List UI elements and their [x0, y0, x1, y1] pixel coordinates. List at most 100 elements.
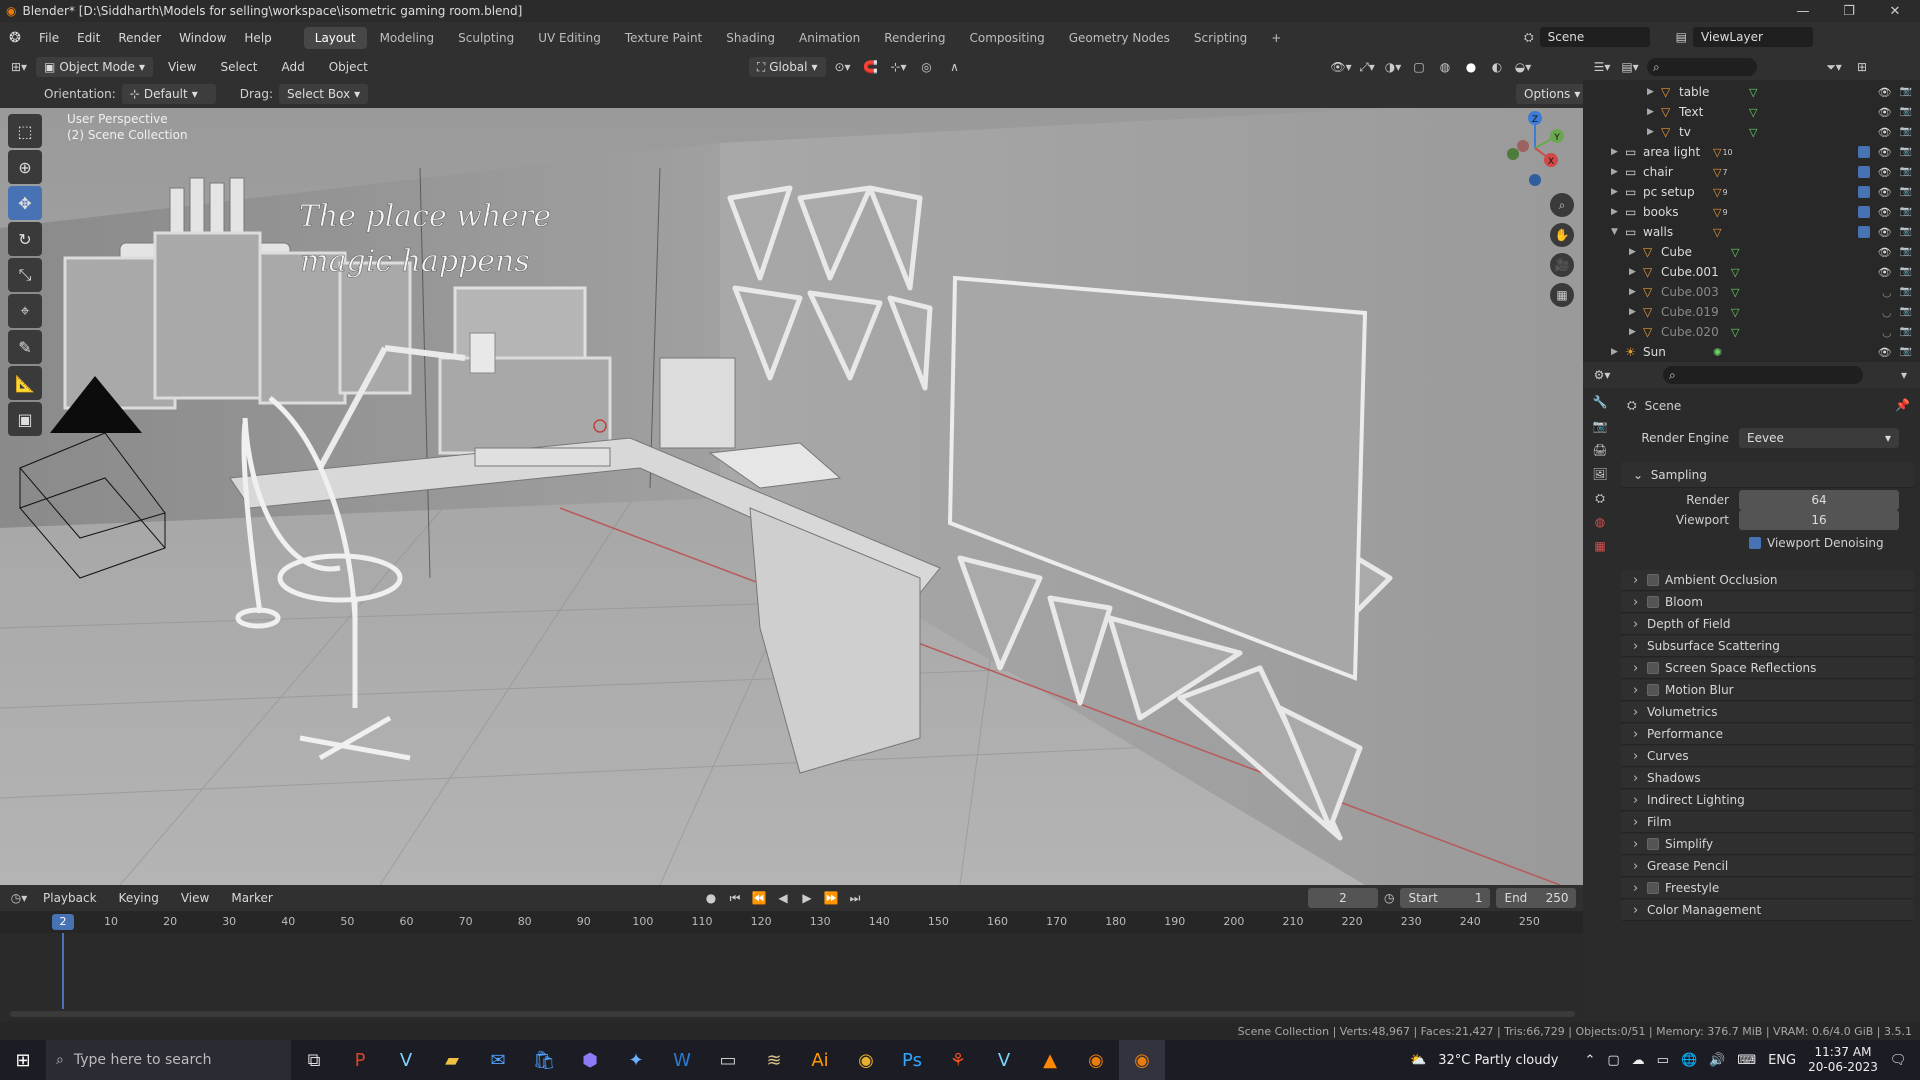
clock-icon[interactable]: ◷ [1384, 891, 1394, 905]
menu-render[interactable]: Render [109, 22, 170, 54]
expand-icon[interactable]: ▶ [1647, 127, 1661, 137]
render-camera-icon[interactable]: 📷 [1900, 246, 1912, 259]
tool-tab-icon[interactable]: 🔧 [1589, 392, 1611, 412]
tray-battery-icon[interactable]: ▭ [1657, 1053, 1669, 1068]
jump-keyframe-back-icon[interactable]: ⏪ [748, 888, 770, 908]
exclude-checkbox[interactable] [1857, 185, 1870, 198]
outliner-row[interactable]: ▶ ▽ Cube.001 ▽ 👁 📷 [1583, 262, 1920, 282]
timeline-scrollbar[interactable] [10, 1011, 1575, 1017]
expand-icon[interactable]: ▶ [1629, 247, 1643, 257]
jump-end-icon[interactable]: ⏭ [844, 888, 866, 908]
render-panel-header[interactable]: › Grease Pencil [1621, 856, 1914, 877]
eye-icon[interactable]: 👁 [1878, 206, 1892, 219]
tab-scripting[interactable]: Scripting [1183, 27, 1258, 49]
tray-cloud-icon[interactable]: ☁ [1632, 1053, 1645, 1068]
eye-icon[interactable]: 👁 [1878, 106, 1892, 119]
outliner-row[interactable]: ▶ ▽ Text ▽ 👁 📷 [1583, 102, 1920, 122]
tray-keyboard-icon[interactable]: ⌨ [1737, 1053, 1756, 1068]
expand-icon[interactable]: ▶ [1611, 187, 1625, 197]
pin-icon[interactable]: 📌 [1895, 398, 1910, 412]
menu-window[interactable]: Window [170, 22, 235, 54]
select-box-icon[interactable]: ⬚ [8, 114, 42, 148]
add-workspace-button[interactable]: + [1260, 27, 1292, 49]
ortho-grid-icon[interactable]: ▦ [1550, 283, 1574, 307]
render-panel-header[interactable]: › Freestyle [1621, 878, 1914, 899]
maximize-button[interactable]: ❐ [1826, 0, 1872, 22]
close-button[interactable]: ✕ [1872, 0, 1918, 22]
panel-enable-checkbox[interactable] [1647, 684, 1659, 696]
panel-enable-checkbox[interactable] [1647, 838, 1659, 850]
drag-selector[interactable]: Select Box ▾ [278, 84, 369, 104]
scanner-icon[interactable]: ▭ [705, 1040, 751, 1080]
view-layer-selector[interactable]: ViewLayer [1692, 27, 1813, 47]
view-layer-tab-icon[interactable]: 🖼 [1589, 464, 1611, 484]
outliner-editor-type-icon[interactable]: ☰▾ [1591, 57, 1613, 77]
current-frame-field[interactable]: 2 [1308, 888, 1378, 908]
display-mode-icon[interactable]: ▤▾ [1619, 57, 1641, 77]
navigation-gizmo[interactable]: Z Y X [1495, 108, 1575, 188]
sampling-panel-header[interactable]: ⌄ Sampling [1621, 462, 1914, 488]
eye-icon[interactable]: 👁 [1878, 86, 1892, 99]
windows-start-icon[interactable]: ⊞ [0, 1040, 46, 1080]
render-panel-header[interactable]: › Depth of Field [1621, 614, 1914, 635]
outliner-row[interactable]: ▶ ▽ Cube ▽ 👁 📷 [1583, 242, 1920, 262]
orientation-selector[interactable]: ⊹ Default ▾ [121, 84, 216, 104]
media-player-icon[interactable]: ⬢ [567, 1040, 613, 1080]
camera-view-icon[interactable]: 🎥 [1550, 253, 1574, 277]
blender-taskbar-icon[interactable]: ◉ [1073, 1040, 1119, 1080]
cursor-icon[interactable]: ⊕ [8, 150, 42, 184]
end-frame-field[interactable]: End 250 [1496, 888, 1577, 908]
expand-icon[interactable]: ▶ [1611, 207, 1625, 217]
zoom-icon[interactable]: ⌕ [1550, 193, 1574, 217]
figma-icon[interactable]: ⚘ [935, 1040, 981, 1080]
render-panel-header[interactable]: › Film [1621, 812, 1914, 833]
app-feather-icon[interactable]: ✦ [613, 1040, 659, 1080]
expand-icon[interactable]: ▶ [1629, 307, 1643, 317]
render-panel-header[interactable]: › Ambient Occlusion [1621, 570, 1914, 591]
render-panel-header[interactable]: › Curves [1621, 746, 1914, 767]
render-panel-header[interactable]: › Motion Blur [1621, 680, 1914, 701]
world-tab-icon[interactable]: ◍ [1589, 512, 1611, 532]
mode-selector[interactable]: ▣ Object Mode ▾ [36, 57, 153, 77]
gizmo-toggle-icon[interactable]: ⤢▾ [1356, 57, 1378, 77]
outliner-search-input[interactable]: ⌕ [1647, 58, 1757, 76]
illustrator-icon[interactable]: Ai [797, 1040, 843, 1080]
tab-uv-editing[interactable]: UV Editing [527, 27, 612, 49]
file-explorer-icon[interactable]: ▰ [429, 1040, 475, 1080]
outliner-row[interactable]: ▶ ▽ table ▽ 👁 📷 [1583, 82, 1920, 102]
timeline-menu-keying[interactable]: Keying [110, 885, 168, 911]
photoshop-icon[interactable]: Ps [889, 1040, 935, 1080]
tray-network-icon[interactable]: 🌐 [1681, 1053, 1697, 1068]
snap-target-icon[interactable]: ⊹▾ [888, 57, 910, 77]
tab-animation[interactable]: Animation [788, 27, 871, 49]
add-cube-icon[interactable]: ▣ [8, 402, 42, 436]
render-tab-icon[interactable]: 📷 [1589, 416, 1611, 436]
falloff-icon[interactable]: ∧ [944, 57, 966, 77]
expand-open-icon[interactable]: ▼ [1611, 227, 1625, 237]
outliner-row[interactable]: ▶ ☀ Sun ✺ 👁 📷 [1583, 342, 1920, 362]
expand-icon[interactable]: ▶ [1629, 267, 1643, 277]
task-view-icon[interactable]: ⧉ [291, 1040, 337, 1080]
scene-tab-icon[interactable]: ⛭ [1589, 488, 1611, 508]
render-camera-icon[interactable]: 📷 [1900, 106, 1912, 119]
start-frame-field[interactable]: Start 1 [1400, 888, 1491, 908]
tray-volume-icon[interactable]: 🔊 [1709, 1053, 1725, 1068]
render-panel-header[interactable]: › Performance [1621, 724, 1914, 745]
vlc-icon[interactable]: ▲ [1027, 1040, 1073, 1080]
pan-hand-icon[interactable]: ✋ [1550, 223, 1574, 247]
notifications-icon[interactable]: 🗨 [1890, 1053, 1907, 1068]
viewport-menu-select[interactable]: Select [211, 54, 266, 80]
panel-enable-checkbox[interactable] [1647, 662, 1659, 674]
record-icon[interactable]: ● [700, 888, 722, 908]
exclude-checkbox[interactable] [1857, 145, 1870, 158]
viewport-menu-object[interactable]: Object [320, 54, 377, 80]
eye-icon[interactable]: 👁 [1878, 266, 1892, 279]
render-panel-header[interactable]: › Simplify [1621, 834, 1914, 855]
eye-icon[interactable]: 👁 [1878, 226, 1892, 239]
properties-editor-type-icon[interactable]: ⚙▾ [1591, 365, 1613, 385]
render-camera-icon[interactable]: 📷 [1900, 286, 1912, 299]
properties-options-icon[interactable]: ▾ [1893, 365, 1915, 385]
tab-texture-paint[interactable]: Texture Paint [614, 27, 713, 49]
neg-z-axis-handle[interactable] [1529, 174, 1541, 186]
tab-compositing[interactable]: Compositing [958, 27, 1055, 49]
